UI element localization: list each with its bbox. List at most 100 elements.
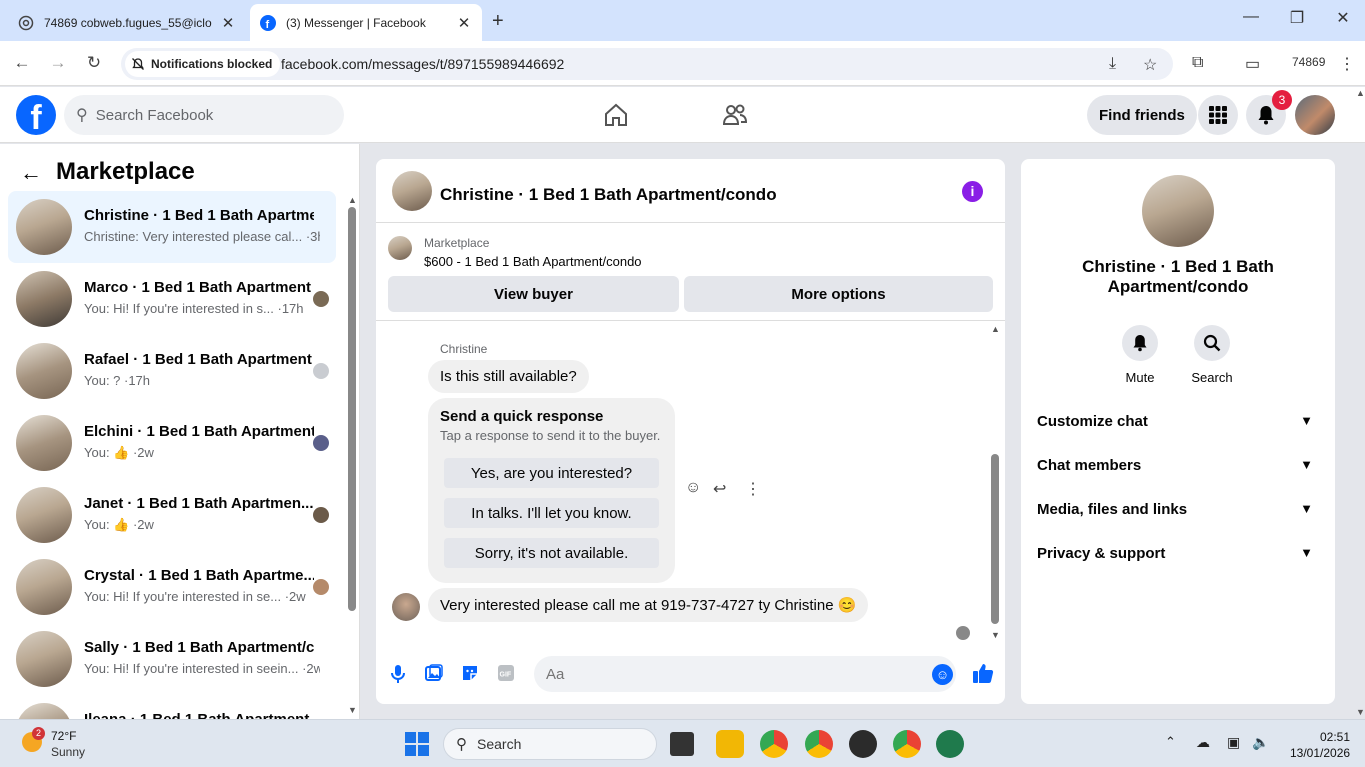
- photo-icon[interactable]: [425, 664, 443, 682]
- emoji-icon[interactable]: ☺: [932, 664, 953, 685]
- chrome-profile-icon[interactable]: [805, 730, 833, 758]
- mute-action[interactable]: Mute: [1110, 325, 1170, 385]
- message-bubble[interactable]: Very interested please call me at 919-73…: [428, 588, 869, 622]
- browser-tab-messenger[interactable]: f (3) Messenger | Facebook ✕: [250, 4, 482, 41]
- browser-tab-mail[interactable]: 74869 cobweb.fugues_55@iclo ✕: [8, 4, 246, 41]
- sidebar-scrollbar[interactable]: ▲ ▼: [347, 195, 357, 715]
- chat-title[interactable]: Christine · 1 Bed 1 Bath Apartment/condo: [440, 185, 777, 205]
- scroll-up-icon[interactable]: ▲: [348, 195, 357, 205]
- active-chrome-profile-icon[interactable]: [936, 730, 964, 758]
- minimize-icon[interactable]: —: [1236, 8, 1266, 26]
- windows-start-icon[interactable]: [405, 732, 429, 756]
- gif-icon[interactable]: GIF: [497, 664, 515, 682]
- bookmark-star-icon[interactable]: ☆: [1143, 55, 1157, 75]
- search-icon: ⚲: [76, 107, 88, 124]
- seen-avatar: [313, 435, 329, 451]
- media-files-links-row[interactable]: Media, files and links ▼: [1037, 501, 1319, 525]
- network-icon[interactable]: ▣: [1227, 734, 1240, 751]
- privacy-support-row[interactable]: Privacy & support ▼: [1037, 545, 1319, 569]
- scroll-down-icon[interactable]: ▼: [348, 705, 357, 715]
- close-tab-icon[interactable]: ✕: [456, 14, 472, 32]
- conversation-item[interactable]: Rafael · 1 Bed 1 Bath Apartment You: ? ·…: [8, 335, 336, 407]
- seen-avatar: [313, 579, 329, 595]
- chevron-up-icon[interactable]: ⌃: [1165, 734, 1176, 750]
- facebook-search-box[interactable]: ⚲ Search Facebook: [64, 95, 344, 135]
- search-action[interactable]: Search: [1182, 325, 1242, 385]
- sticker-icon[interactable]: [461, 664, 479, 682]
- install-app-icon[interactable]: ⤓: [1109, 55, 1116, 73]
- app-icon[interactable]: [849, 730, 877, 758]
- info-icon[interactable]: i: [962, 181, 983, 202]
- file-explorer-icon[interactable]: [716, 730, 744, 758]
- message-bubble[interactable]: Is this still available?: [428, 360, 589, 393]
- conversation-item[interactable]: Ileana · 1 Bed 1 Bath Apartment: [8, 695, 336, 719]
- chat-listing-thumbnail[interactable]: [392, 171, 432, 211]
- back-arrow-icon[interactable]: ←: [20, 160, 42, 186]
- chat-scrollbar[interactable]: ▲ ▼: [988, 324, 1002, 642]
- temperature[interactable]: 72°F: [51, 729, 76, 743]
- microphone-icon[interactable]: [390, 664, 406, 684]
- omnibox[interactable]: Notifications blocked facebook.com/messa…: [121, 48, 1173, 80]
- more-options-button[interactable]: More options: [684, 276, 993, 312]
- volume-icon[interactable]: 🔈: [1252, 734, 1269, 751]
- listing-thumbnail: [16, 199, 72, 255]
- scroll-up-icon[interactable]: ▲: [1356, 88, 1365, 98]
- forward-icon[interactable]: →: [46, 53, 70, 73]
- extensions-icon[interactable]: ⧉: [1192, 54, 1203, 72]
- conversation-item[interactable]: Elchini · 1 Bed 1 Bath Apartment You: 👍 …: [8, 407, 336, 479]
- taskbar-search[interactable]: ⚲ Search: [443, 728, 657, 760]
- weather-condition[interactable]: Sunny: [51, 745, 85, 759]
- new-tab-icon[interactable]: +: [492, 10, 504, 33]
- more-actions-icon[interactable]: ⋮: [745, 479, 761, 499]
- back-icon[interactable]: ←: [10, 53, 34, 73]
- url-text[interactable]: facebook.com/messages/t/897155989446692: [281, 56, 564, 72]
- chrome-profile-icon[interactable]: [893, 730, 921, 758]
- browser-menu-icon[interactable]: ⋮: [1339, 54, 1355, 74]
- scroll-down-icon[interactable]: ▼: [1356, 707, 1365, 717]
- conversation-item[interactable]: Janet · 1 Bed 1 Bath Apartmen... You: 👍 …: [8, 479, 336, 551]
- conversation-name: Rafael · 1 Bed 1 Bath Apartment: [84, 351, 312, 368]
- find-friends-button[interactable]: Find friends: [1087, 95, 1197, 135]
- friends-icon[interactable]: [721, 102, 749, 128]
- facebook-logo[interactable]: f: [16, 95, 56, 135]
- menu-grid-icon[interactable]: [1198, 95, 1238, 135]
- page-scrollbar[interactable]: ▲ ▼: [1356, 88, 1365, 719]
- cloud-off-icon[interactable]: ☁: [1196, 734, 1210, 751]
- sender-avatar[interactable]: [392, 593, 420, 621]
- chat-panel: Christine · 1 Bed 1 Bath Apartment/condo…: [376, 159, 1005, 704]
- view-buyer-button[interactable]: View buyer: [388, 276, 679, 312]
- conversation-item[interactable]: Crystal · 1 Bed 1 Bath Apartme... You: H…: [8, 551, 336, 623]
- restore-icon[interactable]: ❐: [1282, 8, 1312, 28]
- quick-reply-button[interactable]: Yes, are you interested?: [444, 458, 659, 488]
- chrome-icon[interactable]: [760, 730, 788, 758]
- scroll-up-icon[interactable]: ▲: [991, 324, 1000, 334]
- taskbar-clock[interactable]: 02:51 13/01/2026: [1290, 729, 1350, 761]
- customize-chat-row[interactable]: Customize chat ▼: [1037, 413, 1319, 437]
- conversation-item[interactable]: Marco · 1 Bed 1 Bath Apartment You: Hi! …: [8, 263, 336, 335]
- conversation-item[interactable]: Sally · 1 Bed 1 Bath Apartment/c... You:…: [8, 623, 336, 695]
- close-window-icon[interactable]: ✕: [1328, 8, 1358, 28]
- facebook-header: f ⚲ Search Facebook Find friends 3: [0, 87, 1365, 143]
- profile-button[interactable]: 74869: [1292, 55, 1325, 69]
- scrollbar-thumb[interactable]: [348, 207, 356, 611]
- quick-reply-button[interactable]: In talks. I'll let you know.: [444, 498, 659, 528]
- reading-mode-icon[interactable]: ▭: [1245, 54, 1260, 74]
- notifications-blocked-chip[interactable]: Notifications blocked: [125, 51, 281, 77]
- listing-price-title[interactable]: $600 - 1 Bed 1 Bath Apartment/condo: [424, 254, 642, 269]
- home-icon[interactable]: [603, 102, 629, 128]
- close-tab-icon[interactable]: ✕: [220, 14, 236, 32]
- scrollbar-thumb[interactable]: [991, 454, 999, 624]
- reply-icon[interactable]: ↩: [713, 479, 726, 499]
- reload-icon[interactable]: ↻: [82, 53, 106, 73]
- account-avatar[interactable]: [1295, 95, 1335, 135]
- conversation-item[interactable]: Christine · 1 Bed 1 Bath Apartme... Chri…: [8, 191, 336, 263]
- terminal-app-icon[interactable]: [670, 732, 694, 756]
- message-input[interactable]: [534, 656, 956, 692]
- listing-photo[interactable]: [1142, 175, 1214, 247]
- chat-members-row[interactable]: Chat members ▼: [1037, 457, 1319, 481]
- quick-reply-button[interactable]: Sorry, it's not available.: [444, 538, 659, 568]
- scroll-down-icon[interactable]: ▼: [991, 630, 1000, 640]
- conversation-name: Crystal · 1 Bed 1 Bath Apartme...: [84, 567, 314, 584]
- react-emoji-icon[interactable]: ☺: [685, 479, 701, 497]
- thumbs-up-icon[interactable]: [972, 662, 994, 684]
